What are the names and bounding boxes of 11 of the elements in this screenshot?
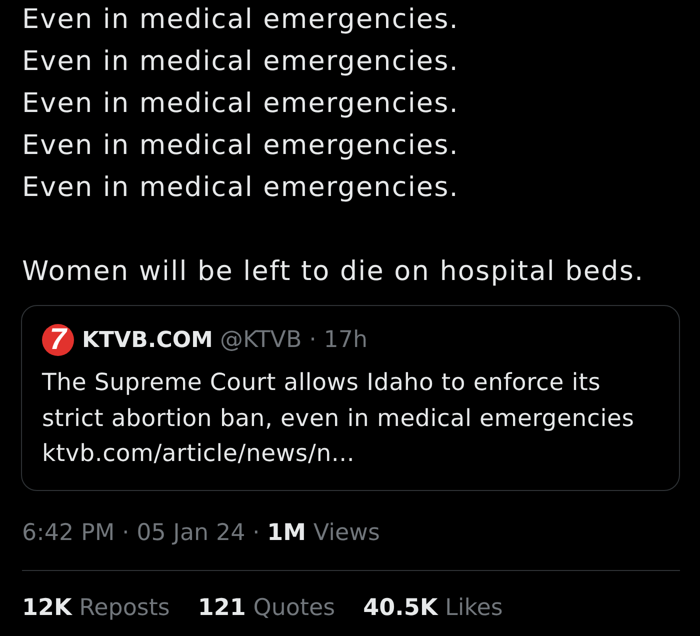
engagement-stat-link[interactable]: 121 Quotes xyxy=(198,590,336,626)
post-text: Even in medical emergencies. Even in medical emergencies. Even in medical emergencies. Even in medical emergencies. Even in medical emergencies. xyxy=(22,3,459,205)
logo-badge: 7 xyxy=(42,324,74,356)
post-text: Women will be left to die on hospital beds. xyxy=(22,255,644,289)
quoted-post-card[interactable]: 7 KTVB.COM @KTVB · 17h The Supreme Court allows Idaho to enforce its strict abortion ban, even in medical emergencies ktvb.com/article/news/n... xyxy=(21,305,680,490)
author-handle-time: @KTVB · 17h xyxy=(220,327,368,353)
author-name: KTVB.COM xyxy=(82,328,213,352)
engagement-stat-link[interactable]: 12K Reposts xyxy=(22,590,170,626)
engagement-stat-link[interactable]: 40.5K Likes xyxy=(363,590,503,626)
post-timestamp-views: 6:42 PM · 05 Jan 24 · 1M Views xyxy=(22,518,380,548)
article-link[interactable]: ktvb.com/article/news/n... xyxy=(42,436,355,472)
